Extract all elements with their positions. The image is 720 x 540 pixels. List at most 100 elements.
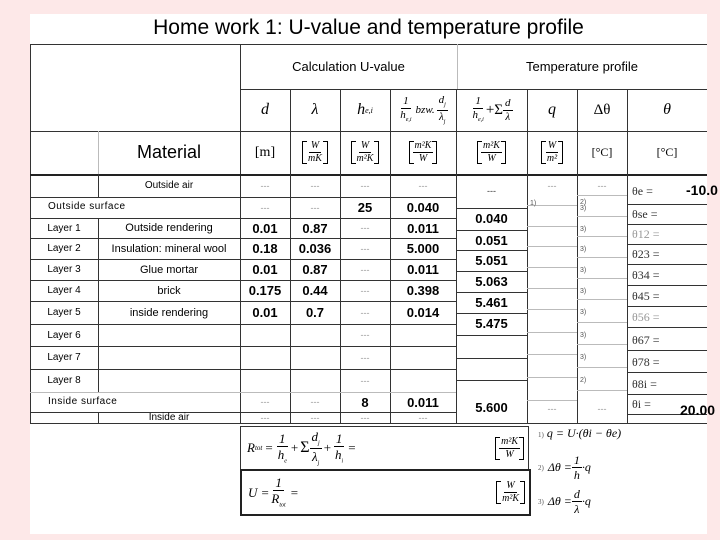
cell-divider <box>627 372 707 373</box>
layer-label: Layer 3 <box>47 264 81 275</box>
fraction: dj λj <box>309 428 322 467</box>
col-header-q: q <box>548 101 556 118</box>
note-ref: 3) <box>580 226 587 233</box>
value-r: 0.040 <box>406 200 440 215</box>
value-h: --- <box>360 223 370 233</box>
value-d: 0.01 <box>252 220 278 236</box>
theta-value: -10.0 <box>686 182 718 198</box>
cell-divider <box>627 394 707 395</box>
material-name: inside rendering <box>129 306 209 319</box>
note-2: 2) Δθ = 1h ·q <box>538 454 591 481</box>
value-h: --- <box>360 307 370 318</box>
note-ref: 3) <box>580 246 587 253</box>
fraction: m²K W <box>412 141 434 164</box>
bracket: Wm² <box>540 140 564 164</box>
col-header-theta: θ <box>663 101 671 118</box>
cell-divider <box>456 313 527 314</box>
value-d: --- <box>260 180 270 191</box>
material-name: Outside air <box>144 180 194 191</box>
bracket: m²K W <box>408 141 438 164</box>
rtot-formula: Rtot = 1 he + Σ dj λj + 1 hi = <box>247 428 356 467</box>
theta-label: θe = <box>632 184 653 198</box>
value-d: --- <box>260 397 270 407</box>
section-calculation: Calculation U-value <box>292 59 405 74</box>
value-cumulative: 5.475 <box>475 316 508 331</box>
cell-divider <box>527 226 577 227</box>
value-lambda: --- <box>310 412 320 423</box>
col-header-lambda: λ <box>311 101 319 118</box>
cell-divider <box>627 204 707 205</box>
value-r: 0.014 <box>406 305 440 320</box>
value-h: --- <box>360 352 370 363</box>
cell-divider <box>577 299 627 300</box>
theta-label: θ56 = <box>632 310 660 324</box>
numerator: d <box>503 96 513 111</box>
cell-divider <box>627 350 707 351</box>
fraction: Wm²K <box>355 141 376 164</box>
theta-value: 20.00 <box>680 402 716 418</box>
value-r: 5.000 <box>406 241 440 256</box>
rtot-unit: m²K W <box>495 427 524 469</box>
value-cumulative: 0.040 <box>475 211 508 226</box>
fraction: 1 he,i <box>470 95 485 124</box>
sum-sign: +Σ <box>485 101 504 118</box>
cell-divider <box>527 354 577 355</box>
value-r: 0.011 <box>407 220 439 236</box>
value-lambda: --- <box>310 202 320 213</box>
numerator: 1 <box>473 95 483 110</box>
value-h: --- <box>360 285 370 296</box>
material-name: Insulation: mineral wool <box>111 242 227 255</box>
note-label: 3) <box>538 497 544 506</box>
layer-label: Layer 7 <box>47 352 81 363</box>
col-header-resistance: 1 he,i bzw. dj λj <box>390 89 456 131</box>
numerator: m²K <box>499 435 520 449</box>
numerator: W <box>545 140 559 153</box>
subscript: tot <box>254 444 263 452</box>
subscript: e,i <box>405 117 412 124</box>
u-formula: U = 1 Rtot = <box>248 475 299 509</box>
fraction: dλ <box>503 96 513 123</box>
col-header-cumulative: 1 he,i +Σ dλ <box>456 89 527 131</box>
cell-divider <box>577 390 627 391</box>
denominator: m² <box>546 153 558 164</box>
denominator: mK <box>308 153 322 164</box>
denominator: λ <box>505 110 511 123</box>
note-ref: 3) <box>580 332 587 339</box>
value-cumulative: 5.051 <box>475 253 508 268</box>
fraction: 1 he <box>277 430 288 465</box>
unit-q: Wm² <box>527 131 577 174</box>
u-formula-box: U = 1 Rtot = Wm²K <box>240 469 531 516</box>
bzw-text: bzw. <box>415 104 435 116</box>
note-ref: 2) <box>580 377 587 384</box>
note-label: 2) <box>538 463 544 472</box>
theta-label: θ45 = <box>632 289 660 303</box>
cell-divider <box>527 309 577 310</box>
fraction: WmK <box>306 141 324 164</box>
unit-cumulative: m²K W <box>456 131 527 174</box>
note-ref: 1) <box>530 200 537 207</box>
cell-divider <box>577 344 627 345</box>
value-q: --- <box>547 403 557 414</box>
layer-label: Outside surface <box>48 201 126 212</box>
col-header-dtheta: Δθ <box>593 101 611 118</box>
bracket: Wm²K <box>350 141 380 164</box>
value-lambda: --- <box>310 180 320 191</box>
numerator: W <box>308 140 322 153</box>
fraction: dλ <box>571 488 582 515</box>
denominator: λj <box>437 111 447 125</box>
value-d: 0.18 <box>252 241 278 256</box>
note-rhs: ·q <box>581 494 591 508</box>
cell-divider <box>456 208 527 209</box>
value-cumulative: --- <box>487 186 496 196</box>
bracket: m²K W <box>477 141 506 164</box>
value-cumulative: 5.600 <box>475 400 508 415</box>
cell-divider <box>577 236 627 237</box>
theta-label: θi = <box>632 397 651 411</box>
cell-divider <box>456 271 527 272</box>
denominator: W <box>487 153 496 164</box>
value-h: --- <box>360 264 370 275</box>
unit-resistance: m²K W <box>390 131 456 174</box>
layer-label: Layer 2 <box>47 243 81 254</box>
theta-label: θ23 = <box>632 247 660 261</box>
numerator: m²K <box>481 140 502 153</box>
